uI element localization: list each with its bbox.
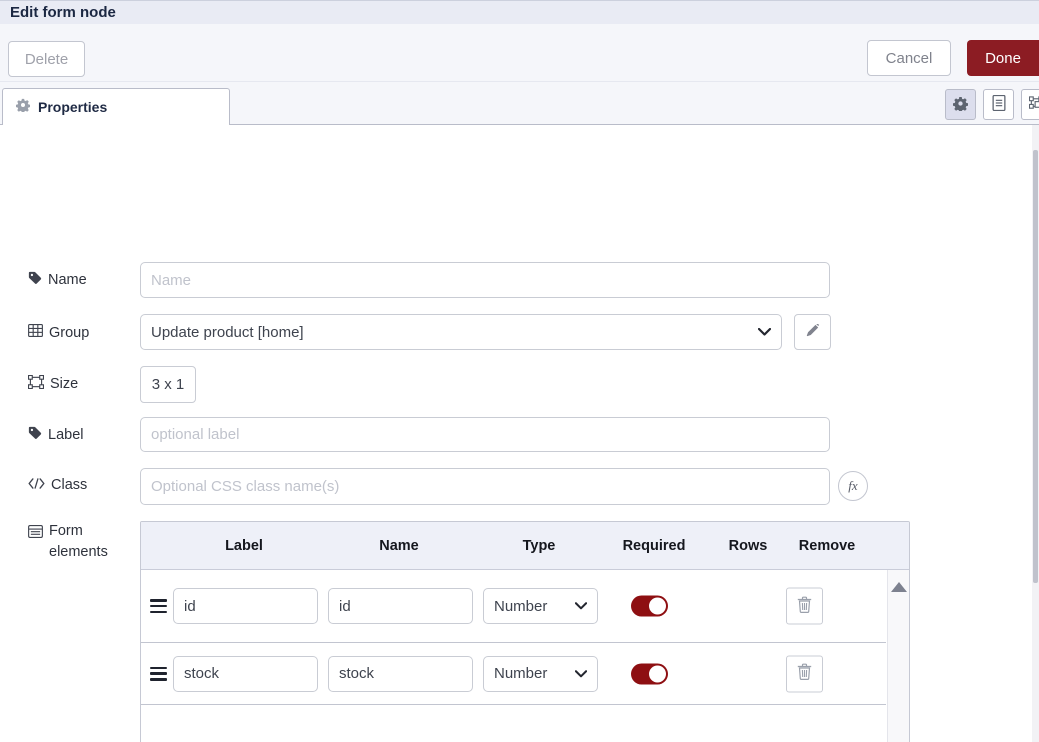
scroll-up-icon[interactable] bbox=[891, 582, 907, 592]
description-tab-button[interactable] bbox=[983, 89, 1014, 120]
class-input[interactable] bbox=[140, 468, 830, 505]
remove-row-button[interactable] bbox=[786, 588, 823, 625]
label-field-label: Label bbox=[28, 426, 83, 444]
group-field-label: Group bbox=[28, 324, 89, 341]
tag-icon bbox=[28, 426, 42, 444]
element-label-input[interactable] bbox=[173, 588, 318, 624]
edit-group-button[interactable] bbox=[794, 314, 831, 350]
form-element-row: Number bbox=[141, 570, 886, 643]
column-header-name: Name bbox=[379, 538, 419, 554]
done-button[interactable]: Done bbox=[967, 40, 1039, 76]
element-type-select[interactable]: Number bbox=[483, 588, 598, 624]
column-header-label: Label bbox=[225, 538, 263, 554]
page-scrollbar[interactable] bbox=[1032, 125, 1039, 742]
form-element-row: Number bbox=[141, 643, 886, 705]
properties-tab-button[interactable] bbox=[945, 89, 976, 120]
doc-icon bbox=[992, 95, 1006, 114]
page-scrollbar-thumb[interactable] bbox=[1033, 150, 1038, 583]
cancel-button[interactable]: Cancel bbox=[867, 40, 951, 76]
element-type-select[interactable]: Number bbox=[483, 656, 598, 692]
column-header-rows: Rows bbox=[729, 538, 768, 554]
size-button[interactable]: 3 x 1 bbox=[140, 366, 196, 403]
gear-icon bbox=[16, 98, 30, 117]
tab-properties-label: Properties bbox=[38, 99, 107, 115]
gear-icon bbox=[953, 96, 968, 114]
properties-panel: Name Group Update product [home] Size 3 … bbox=[0, 125, 1039, 742]
drag-handle-icon[interactable] bbox=[150, 599, 167, 613]
pencil-icon bbox=[806, 324, 820, 341]
table-icon bbox=[28, 324, 43, 341]
table-scrollbar[interactable] bbox=[887, 570, 909, 742]
drag-handle-icon[interactable] bbox=[150, 667, 167, 681]
name-input[interactable] bbox=[140, 262, 830, 298]
group-select[interactable]: Update product [home] bbox=[140, 314, 782, 350]
object-size-icon bbox=[28, 375, 44, 393]
required-toggle[interactable] bbox=[631, 596, 668, 617]
delete-button[interactable]: Delete bbox=[8, 41, 85, 77]
form-elements-label: Form elements bbox=[28, 521, 112, 563]
element-name-input[interactable] bbox=[328, 656, 473, 692]
column-header-remove: Remove bbox=[799, 538, 855, 554]
appearance-tab-button[interactable] bbox=[1021, 89, 1039, 120]
element-label-input[interactable] bbox=[173, 656, 318, 692]
code-icon bbox=[28, 477, 45, 493]
tab-properties[interactable]: Properties bbox=[2, 88, 230, 125]
form-elements-table-body: Number Number bbox=[141, 570, 886, 742]
remove-row-button[interactable] bbox=[786, 655, 823, 692]
element-name-input[interactable] bbox=[328, 588, 473, 624]
appearance-icon bbox=[1029, 96, 1039, 114]
form-elements-table-header: Label Name Type Required Rows Remove bbox=[141, 522, 909, 570]
label-input[interactable] bbox=[140, 417, 830, 452]
tag-icon bbox=[28, 271, 42, 289]
trash-icon bbox=[797, 596, 812, 616]
column-header-required: Required bbox=[623, 538, 686, 554]
name-field-label: Name bbox=[28, 271, 87, 289]
dialog-title: Edit form node bbox=[10, 4, 116, 21]
required-toggle[interactable] bbox=[631, 663, 668, 684]
trash-icon bbox=[797, 664, 812, 684]
element-type-select-wrap: Number bbox=[483, 588, 598, 624]
fx-button[interactable]: fx bbox=[838, 471, 868, 501]
form-elements-table: Label Name Type Required Rows Remove Number N… bbox=[140, 521, 910, 742]
size-field-label: Size bbox=[28, 375, 78, 393]
list-icon bbox=[28, 521, 43, 545]
group-select-wrap: Update product [home] bbox=[140, 314, 782, 350]
column-header-type: Type bbox=[523, 538, 556, 554]
action-bar: Delete Cancel Done bbox=[0, 24, 1039, 82]
fx-icon: fx bbox=[848, 478, 857, 494]
tab-bar: Properties bbox=[0, 82, 1039, 125]
class-field-label: Class bbox=[28, 477, 87, 493]
element-type-select-wrap: Number bbox=[483, 656, 598, 692]
dialog-titlebar: Edit form node bbox=[0, 0, 1039, 24]
